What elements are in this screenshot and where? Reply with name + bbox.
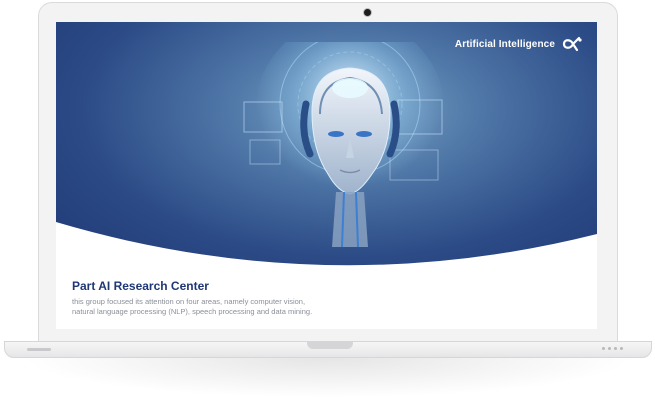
laptop-mockup: Artificial Intelligence Part AI Research… (0, 0, 655, 407)
content-section: Part AI Research Center this group focus… (72, 279, 532, 317)
laptop-shadow (20, 358, 635, 398)
base-dots-icon (602, 347, 623, 350)
laptop-notch (307, 342, 353, 349)
base-indicator (27, 348, 51, 351)
camera-icon (364, 9, 371, 16)
brand-header: Artificial Intelligence (455, 36, 583, 52)
description-line-1: this group focused its attention on four… (72, 297, 306, 306)
description-line-2: natural language processing (NLP), speec… (72, 307, 313, 316)
brand-name: Artificial Intelligence (454, 38, 555, 50)
ai-logo-icon (562, 36, 582, 52)
laptop-screen: Artificial Intelligence Part AI Research… (56, 22, 597, 329)
page-title: Part AI Research Center (72, 279, 209, 293)
laptop-base (4, 341, 652, 358)
